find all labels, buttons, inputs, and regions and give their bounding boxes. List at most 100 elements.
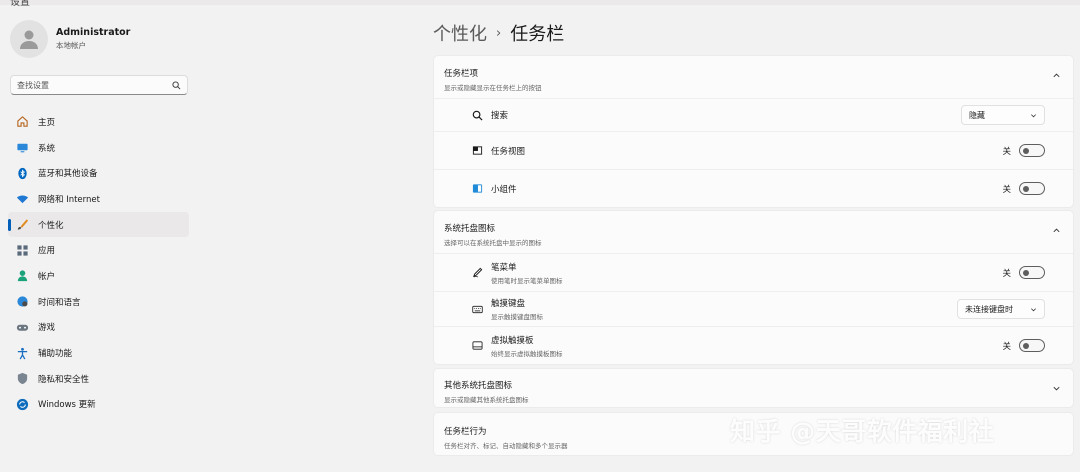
wifi-icon bbox=[16, 192, 29, 205]
keyboard-icon bbox=[472, 304, 483, 315]
user-icon bbox=[20, 30, 38, 49]
sidebar-item-accounts[interactable]: 帐户 bbox=[8, 263, 189, 289]
search-box[interactable] bbox=[10, 75, 188, 95]
row-label: 虚拟触摸板 bbox=[491, 335, 534, 346]
chevron-down-icon[interactable] bbox=[1052, 384, 1061, 393]
sidebar-item-label: 隐私和安全性 bbox=[38, 374, 90, 385]
toggle-state-label: 关 bbox=[1002, 268, 1011, 279]
toggle-state-label: 关 bbox=[1002, 341, 1011, 352]
dropdown-value: 隐藏 bbox=[969, 110, 985, 120]
sidebar-item-label: 游戏 bbox=[38, 323, 56, 334]
other-tray-header[interactable]: 其他系统托盘图标 显示或隐藏其他系统托盘图标 bbox=[434, 369, 1073, 411]
section-subtitle: 显示或隐藏其他系统托盘图标 bbox=[444, 396, 529, 404]
section-subtitle: 显示或隐藏显示在任务栏上的按钮 bbox=[444, 84, 542, 92]
search-icon[interactable] bbox=[172, 80, 181, 90]
taskbar-items-card: 任务栏项 显示或隐藏显示在任务栏上的按钮 搜索 隐藏 任务视图 关 小组件 关 bbox=[433, 55, 1074, 208]
update-icon bbox=[16, 398, 29, 411]
touchpad-toggle[interactable] bbox=[1019, 339, 1045, 352]
other-tray-icons-card[interactable]: 其他系统托盘图标 显示或隐藏其他系统托盘图标 bbox=[433, 368, 1074, 408]
sidebar-item-label: 帐户 bbox=[38, 271, 56, 282]
row-label: 小组件 bbox=[491, 184, 517, 195]
chevron-down-icon bbox=[1031, 113, 1036, 117]
sidebar-item-label: 蓝牙和其他设备 bbox=[38, 169, 98, 180]
row-description: 始终显示虚拟触摸板图标 bbox=[491, 349, 563, 358]
touchpad-icon bbox=[472, 340, 483, 351]
sidebar-item-gaming[interactable]: 游戏 bbox=[8, 315, 189, 341]
chevron-up-icon[interactable] bbox=[1052, 71, 1061, 80]
profile-account-type: 本地帐户 bbox=[56, 41, 86, 50]
sidebar-item-home[interactable]: 主页 bbox=[8, 109, 189, 135]
user-profile[interactable]: Administrator 本地帐户 bbox=[10, 20, 130, 58]
sidebar-item-label: 时间和语言 bbox=[38, 297, 81, 308]
setting-row-task-view: 任务视图 关 bbox=[434, 131, 1073, 169]
row-label: 笔菜单 bbox=[491, 262, 517, 273]
section-title: 任务栏项 bbox=[444, 69, 479, 79]
sidebar-item-time-language[interactable]: 时间和语言 bbox=[8, 289, 189, 315]
pen-icon bbox=[472, 267, 483, 278]
sidebar-item-windows-update[interactable]: Windows 更新 bbox=[8, 392, 189, 418]
globe-icon bbox=[16, 295, 29, 308]
sidebar-item-apps[interactable]: 应用 bbox=[8, 237, 189, 263]
row-label: 搜索 bbox=[491, 111, 509, 121]
sidebar-item-label: 主页 bbox=[38, 117, 56, 128]
row-description: 使用笔时显示笔菜单图标 bbox=[491, 276, 563, 285]
section-subtitle: 选择可以在系统托盘中显示的图标 bbox=[444, 239, 542, 247]
bluetooth-icon bbox=[16, 167, 29, 180]
sidebar-item-label: 个性化 bbox=[38, 220, 64, 231]
brush-icon bbox=[16, 218, 29, 231]
sidebar-item-label: 系统 bbox=[38, 143, 56, 154]
setting-row-search: 搜索 隐藏 bbox=[434, 98, 1073, 131]
sidebar: Administrator 本地帐户 主页 系统 蓝牙和其他设备 bbox=[0, 0, 200, 472]
widgets-toggle[interactable] bbox=[1019, 182, 1045, 195]
setting-row-virtual-touchpad: 虚拟触摸板 始终显示虚拟触摸板图标 关 bbox=[434, 326, 1073, 364]
system-icon bbox=[16, 141, 29, 154]
sidebar-item-label: 应用 bbox=[38, 246, 56, 257]
sidebar-item-bluetooth[interactable]: 蓝牙和其他设备 bbox=[8, 160, 189, 186]
pen-menu-toggle[interactable] bbox=[1019, 266, 1045, 279]
sidebar-item-personalization[interactable]: 个性化 bbox=[8, 211, 189, 238]
avatar bbox=[10, 20, 48, 58]
setting-row-touch-keyboard: 触摸键盘 显示触摸键盘图标 未连接键盘时 bbox=[434, 291, 1073, 326]
toggle-state-label: 关 bbox=[1002, 146, 1011, 157]
sidebar-item-label: 辅助功能 bbox=[38, 349, 73, 360]
setting-row-widgets: 小组件 关 bbox=[434, 169, 1073, 207]
apps-icon bbox=[16, 244, 29, 257]
home-icon bbox=[16, 115, 29, 128]
sidebar-item-privacy[interactable]: 隐私和安全性 bbox=[8, 366, 189, 392]
sidebar-item-network[interactable]: 网络和 Internet bbox=[8, 186, 189, 212]
search-mode-dropdown[interactable]: 隐藏 bbox=[961, 105, 1045, 125]
task-view-icon bbox=[472, 145, 483, 156]
taskbar-items-header[interactable]: 任务栏项 显示或隐藏显示在任务栏上的按钮 bbox=[434, 56, 1073, 98]
accessibility-icon bbox=[16, 347, 29, 360]
row-label: 任务视图 bbox=[491, 146, 526, 157]
profile-name: Administrator bbox=[56, 27, 131, 38]
sidebar-item-system[interactable]: 系统 bbox=[8, 135, 189, 161]
section-title: 其他系统托盘图标 bbox=[444, 381, 513, 391]
dropdown-value: 未连接键盘时 bbox=[965, 304, 1013, 314]
shield-icon bbox=[16, 372, 29, 385]
task-view-toggle[interactable] bbox=[1019, 144, 1045, 157]
account-icon bbox=[16, 269, 29, 282]
chevron-up-icon[interactable] bbox=[1052, 226, 1061, 235]
sidebar-item-accessibility[interactable]: 辅助功能 bbox=[8, 340, 189, 366]
watermark: 知乎 @天哥软件福利社 bbox=[730, 417, 995, 446]
search-input[interactable] bbox=[17, 80, 172, 90]
toggle-state-label: 关 bbox=[1002, 184, 1011, 195]
sidebar-nav: 主页 系统 蓝牙和其他设备 网络和 Internet 个性化 应用 帐户 时间和… bbox=[8, 109, 189, 417]
breadcrumb-parent[interactable]: 个性化 bbox=[433, 20, 487, 46]
page-title: 任务栏 bbox=[510, 24, 565, 45]
gamepad-icon bbox=[16, 321, 29, 334]
setting-row-pen-menu: 笔菜单 使用笔时显示笔菜单图标 关 bbox=[434, 253, 1073, 291]
breadcrumb-separator: › bbox=[496, 25, 502, 41]
row-label: 触摸键盘 bbox=[491, 299, 526, 309]
sidebar-item-label: 网络和 Internet bbox=[38, 194, 100, 205]
row-description: 显示触摸键盘图标 bbox=[491, 313, 543, 321]
touch-keyboard-dropdown[interactable]: 未连接键盘时 bbox=[957, 299, 1045, 319]
tray-icons-header[interactable]: 系统托盘图标 选择可以在系统托盘中显示的图标 bbox=[434, 211, 1073, 253]
tray-icons-card: 系统托盘图标 选择可以在系统托盘中显示的图标 笔菜单 使用笔时显示笔菜单图标 关… bbox=[433, 210, 1074, 365]
section-title: 系统托盘图标 bbox=[444, 224, 496, 234]
sidebar-item-label: Windows 更新 bbox=[38, 400, 96, 411]
chevron-down-icon bbox=[1031, 307, 1036, 311]
search-icon bbox=[472, 110, 483, 121]
breadcrumb: 个性化 › 任务栏 bbox=[433, 20, 564, 46]
